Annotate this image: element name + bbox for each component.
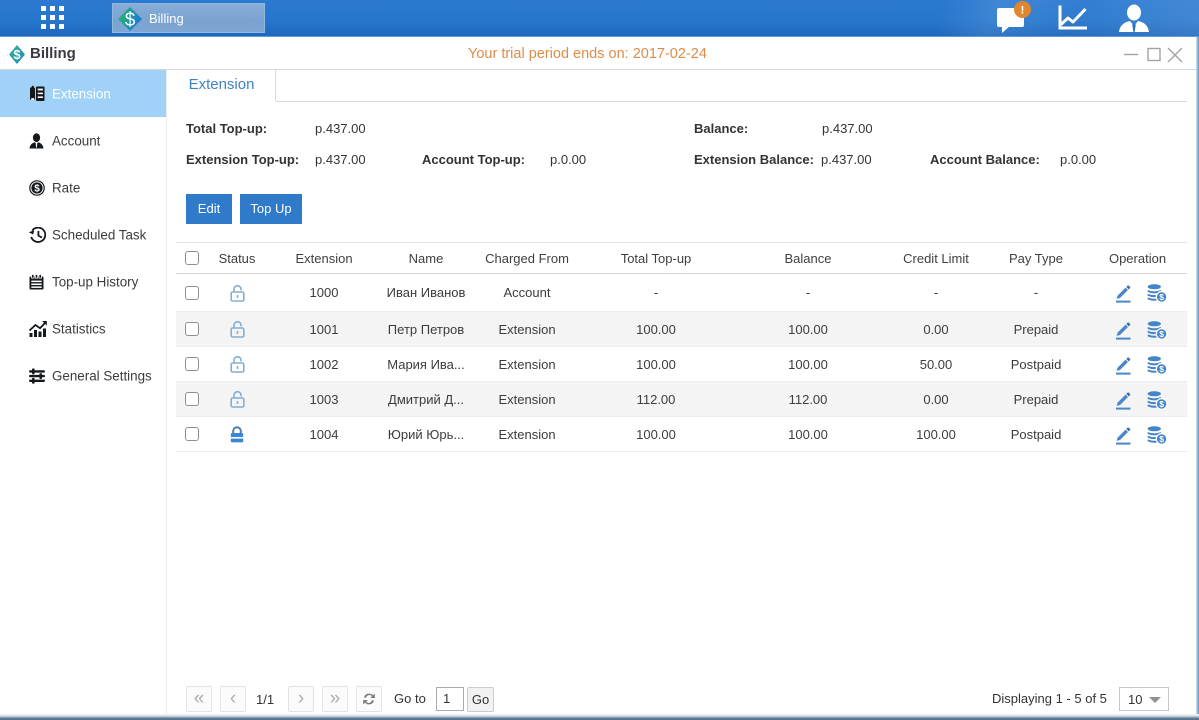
svg-text:$: $ (34, 183, 40, 194)
svg-text:$: $ (1159, 292, 1164, 302)
svg-text:$: $ (1159, 329, 1164, 339)
svg-text:$: $ (1159, 399, 1164, 409)
svg-text:$: $ (125, 10, 136, 31)
svg-text:!: ! (1021, 5, 1025, 17)
svg-text:$: $ (1159, 434, 1164, 444)
svg-text:$: $ (1159, 364, 1164, 374)
svg-text:$: $ (13, 47, 21, 62)
